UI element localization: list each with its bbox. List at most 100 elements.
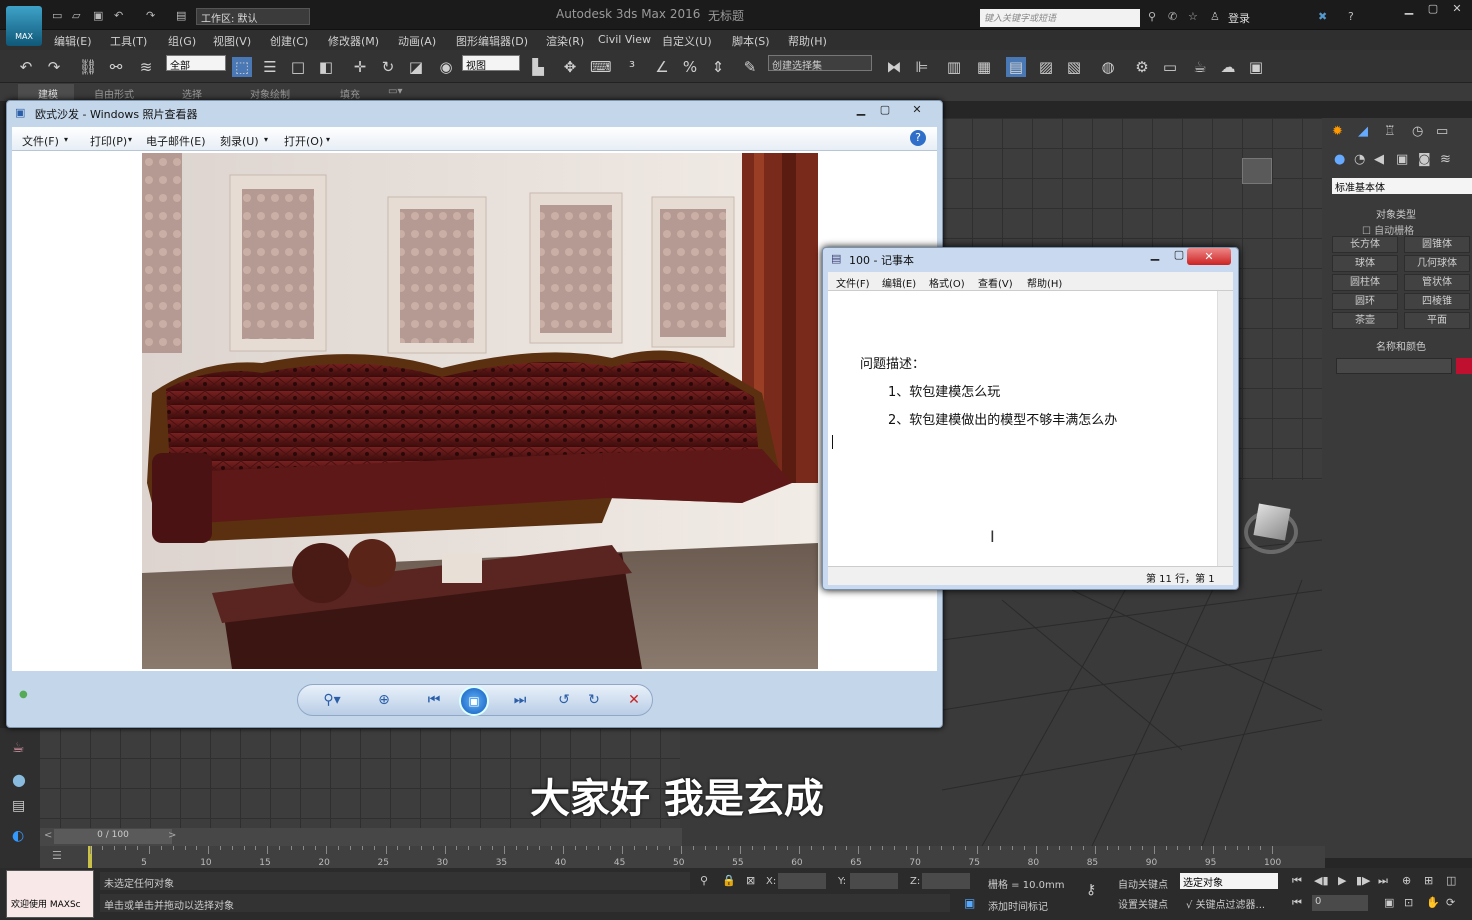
menu-item[interactable]: Civil View — [598, 33, 651, 46]
edit-named-sel-icon[interactable]: ✎ — [740, 57, 760, 77]
render-online-icon[interactable]: ☁ — [1218, 57, 1238, 77]
current-frame-input[interactable]: 0 — [1312, 895, 1368, 911]
rendered-frame-icon[interactable]: ▭ — [1160, 57, 1180, 77]
render-icon[interactable]: ◐ — [12, 828, 24, 844]
key-mode-icon[interactable]: ⏮ — [1292, 896, 1302, 910]
redo-icon[interactable]: ↷ — [146, 9, 160, 22]
link-icon[interactable]: ⛓ — [78, 57, 98, 77]
rotate-cw-icon[interactable]: ↻ — [584, 692, 604, 710]
layers-icon[interactable]: ▤ — [12, 798, 25, 814]
section-object-type[interactable]: 对象类型 — [1376, 206, 1416, 221]
named-selection-dropdown[interactable]: 创建选择集 — [768, 55, 872, 72]
slideshow-button[interactable]: ▣ — [459, 686, 489, 716]
menu-item[interactable]: 组(G) — [168, 33, 196, 49]
window-crossing-icon[interactable]: ◧ — [316, 57, 336, 77]
primitive-button[interactable]: 茶壶 — [1332, 312, 1398, 329]
timeline-track[interactable]: ☰ 5 10 15 20 25 30 35 40 45 50 55 60 65 70 75 80 85 90 95 1… — [40, 846, 1325, 868]
play-icon[interactable]: ▶ — [1338, 874, 1346, 887]
align-icon[interactable]: ⊫ — [912, 57, 932, 77]
spinner-snap-icon[interactable]: ⇕ — [708, 57, 728, 77]
create-tab-icon[interactable]: ✹ — [1332, 124, 1343, 139]
tab-populate[interactable]: 填充 — [340, 86, 360, 101]
tab-freeform[interactable]: 自由形式 — [94, 86, 134, 101]
geometry-icon[interactable]: ● — [1334, 152, 1345, 167]
rotate-ccw-icon[interactable]: ↺ — [554, 692, 574, 710]
selection-filter-dropdown[interactable]: 全部 — [166, 55, 226, 72]
close-button[interactable]: ✕ — [1446, 2, 1468, 16]
helpers-icon[interactable]: ◙ — [1418, 152, 1431, 167]
render-teapot-icon[interactable]: ☕ — [1190, 57, 1210, 77]
pan-icon[interactable]: ✋ — [1426, 896, 1440, 909]
np-minimize-button[interactable]: ▁ — [1143, 248, 1167, 264]
undo-icon[interactable]: ↶ — [16, 57, 36, 77]
primitive-button[interactable]: 圆环 — [1332, 293, 1398, 310]
viewcube-icon[interactable] — [1242, 158, 1272, 184]
curve-editor-icon[interactable]: ▨ — [1036, 57, 1056, 77]
time-next-icon[interactable]: > — [168, 830, 176, 841]
primitive-button[interactable]: 长方体 — [1332, 236, 1398, 253]
menu-item[interactable]: 修改器(M) — [328, 33, 379, 49]
viewcube-icon[interactable] — [1253, 503, 1291, 541]
orbit-icon[interactable]: ⟳ — [1446, 896, 1455, 909]
undo-icon[interactable]: ↶ — [114, 9, 128, 22]
open-file-icon[interactable]: ▱ — [72, 9, 86, 22]
time-slider-thumb[interactable]: 0 / 100 — [54, 829, 172, 844]
menu-item[interactable]: 图形编辑器(D) — [456, 33, 528, 49]
tab-selection[interactable]: 选择 — [182, 86, 202, 101]
track-bar-icon[interactable]: ☰ — [52, 849, 62, 862]
key-filters-button[interactable]: √ 关键点过滤器... — [1186, 896, 1265, 911]
keyboard-shortcut-icon[interactable]: ⌨ — [590, 57, 612, 77]
app-logo[interactable]: MAX — [6, 6, 42, 46]
transform-mode-icon[interactable]: ⊠ — [746, 874, 755, 887]
primitive-button[interactable]: 管状体 — [1404, 274, 1470, 291]
primitive-type-dropdown[interactable]: 标准基本体 — [1332, 178, 1472, 194]
percent-snap-icon[interactable]: % — [680, 57, 700, 77]
next-frame-icon[interactable]: ▮▶ — [1356, 874, 1371, 887]
pv-minimize-button[interactable]: ▁ — [849, 103, 873, 119]
x-coordinate-input[interactable] — [778, 873, 826, 889]
rotate-icon[interactable]: ↻ — [378, 57, 398, 77]
pv-menu-item[interactable]: 电子邮件(E) — [146, 133, 206, 149]
chevron-down-icon[interactable]: ▾ — [264, 135, 268, 144]
a360-gallery-icon[interactable]: ▣ — [1246, 57, 1266, 77]
maximize-button[interactable]: ▢ — [1422, 2, 1444, 16]
login-button[interactable]: 登录 — [1228, 10, 1250, 26]
object-color-swatch[interactable] — [1456, 358, 1472, 374]
menu-item[interactable]: 渲染(R) — [546, 33, 584, 49]
zoom-region-icon[interactable]: ⊡ — [1404, 896, 1413, 909]
hierarchy-tab-icon[interactable]: ♖ — [1384, 124, 1396, 139]
np-menu-item[interactable]: 帮助(H) — [1027, 275, 1062, 290]
autogrid-checkbox[interactable]: ☐ 自动栅格 — [1362, 222, 1414, 237]
notepad-editor[interactable]: 问题描述： 1、软包建模怎么玩 2、软包建模做出的模型不够丰满怎么办 I — [828, 291, 1233, 566]
goto-end-icon[interactable]: ⏭ — [1378, 874, 1388, 888]
user-icon[interactable]: ♙ — [1210, 10, 1224, 23]
snaps-toggle-icon[interactable]: ³ — [622, 57, 642, 77]
menu-item[interactable]: 帮助(H) — [788, 33, 827, 49]
shapes-icon[interactable]: ◔ — [1354, 152, 1365, 167]
pv-maximize-button[interactable]: ▢ — [873, 103, 897, 119]
np-close-button[interactable]: ✕ — [1187, 248, 1231, 265]
unlink-icon[interactable]: ⚯ — [106, 57, 126, 77]
primitive-button[interactable]: 几何球体 — [1404, 255, 1470, 272]
binoculars-icon[interactable]: ⚲ — [1148, 10, 1162, 23]
tab-object-paint[interactable]: 对象绘制 — [250, 86, 290, 101]
workspace-dropdown[interactable]: 工作区: 默认 — [196, 8, 310, 25]
maxscript-listener[interactable]: 欢迎使用 MAXSc — [6, 870, 94, 918]
bind-spacewarp-icon[interactable]: ≋ — [136, 57, 156, 77]
help-icon[interactable]: ? — [1348, 10, 1362, 23]
menu-item[interactable]: 自定义(U) — [662, 33, 712, 49]
time-prev-icon[interactable]: < — [44, 830, 52, 841]
pivot-center-icon[interactable]: ▙ — [528, 57, 548, 77]
key-selection-dropdown[interactable]: 选定对象 — [1180, 873, 1278, 889]
primitive-button[interactable]: 球体 — [1332, 255, 1398, 272]
auto-key-button[interactable]: 自动关键点 — [1118, 876, 1168, 891]
place-icon[interactable]: ◉ — [436, 57, 456, 77]
np-menu-item[interactable]: 格式(O) — [929, 275, 965, 290]
menu-item[interactable]: 脚本(S) — [732, 33, 770, 49]
np-menu-item[interactable]: 文件(F) — [836, 275, 870, 290]
zoom-icon[interactable]: ⚲▾ — [322, 692, 342, 710]
np-menu-item[interactable]: 编辑(E) — [882, 275, 916, 290]
field-of-view-icon[interactable]: ◫ — [1446, 874, 1456, 887]
menu-item[interactable]: 编辑(E) — [54, 33, 92, 49]
search-input[interactable]: 键入关键字或短语 — [980, 9, 1140, 27]
